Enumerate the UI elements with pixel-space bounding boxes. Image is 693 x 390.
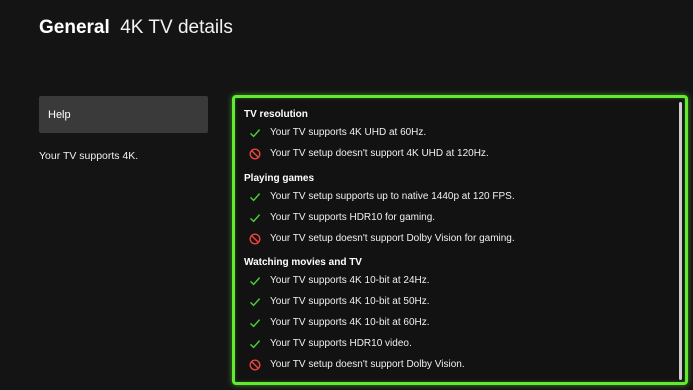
item-text: Your TV supports HDR10 video. — [270, 338, 412, 349]
tv-summary-text: Your TV supports 4K. — [39, 150, 139, 162]
item-text: Your TV supports 4K 10-bit at 24Hz. — [270, 275, 430, 286]
scrollbar[interactable] — [679, 102, 682, 380]
group-playing-games: Playing games Your TV setup supports up … — [244, 172, 671, 249]
details-list: TV resolution Your TV supports 4K UHD at… — [244, 108, 671, 375]
group-tv-resolution: TV resolution Your TV supports 4K UHD at… — [244, 108, 671, 164]
item-text: Your TV setup doesn't support 4K UHD at … — [270, 148, 489, 159]
list-item: Your TV supports HDR10 for gaming. — [244, 207, 671, 228]
item-text: Your TV supports HDR10 for gaming. — [270, 212, 436, 223]
list-item: Your TV supports 4K 10-bit at 60Hz. — [244, 312, 671, 333]
check-icon — [249, 191, 261, 203]
list-item: Your TV setup doesn't support 4K UHD at … — [244, 143, 671, 164]
page-header: General 4K TV details — [39, 17, 233, 41]
group-title: Playing games — [244, 173, 315, 184]
check-icon — [249, 212, 261, 224]
list-item: Your TV setup doesn't support Dolby Visi… — [244, 354, 671, 375]
help-button-label: Help — [48, 108, 71, 121]
item-text: Your TV supports 4K UHD at 60Hz. — [270, 127, 427, 138]
group-title: TV resolution — [244, 109, 308, 120]
list-item: Your TV setup supports up to native 1440… — [244, 186, 671, 207]
section-title: General — [39, 17, 110, 38]
item-text: Your TV supports 4K 10-bit at 60Hz. — [270, 317, 430, 328]
group-title: Watching movies and TV — [244, 257, 362, 268]
error-icon — [249, 232, 261, 245]
item-text: Your TV setup doesn't support Dolby Visi… — [270, 233, 515, 244]
item-text: Your TV setup doesn't support Dolby Visi… — [270, 359, 465, 370]
item-text: Your TV supports 4K 10-bit at 50Hz. — [270, 296, 430, 307]
list-item: Your TV supports 4K 10-bit at 24Hz. — [244, 270, 671, 291]
error-icon — [249, 147, 261, 160]
details-panel[interactable]: TV resolution Your TV supports 4K UHD at… — [232, 95, 688, 385]
check-icon — [249, 296, 261, 308]
check-icon — [249, 317, 261, 329]
page-title: 4K TV details — [120, 17, 233, 38]
check-icon — [249, 338, 261, 350]
group-watching-movies: Watching movies and TV Your TV supports … — [244, 256, 671, 375]
list-item: Your TV setup doesn't support Dolby Visi… — [244, 228, 671, 249]
item-text: Your TV setup supports up to native 1440… — [270, 191, 515, 202]
check-icon — [249, 127, 261, 139]
help-button[interactable]: Help — [39, 96, 208, 133]
check-icon — [249, 275, 261, 287]
list-item: Your TV supports 4K UHD at 60Hz. — [244, 122, 671, 143]
error-icon — [249, 358, 261, 371]
list-item: Your TV supports HDR10 video. — [244, 333, 671, 354]
list-item: Your TV supports 4K 10-bit at 50Hz. — [244, 291, 671, 312]
